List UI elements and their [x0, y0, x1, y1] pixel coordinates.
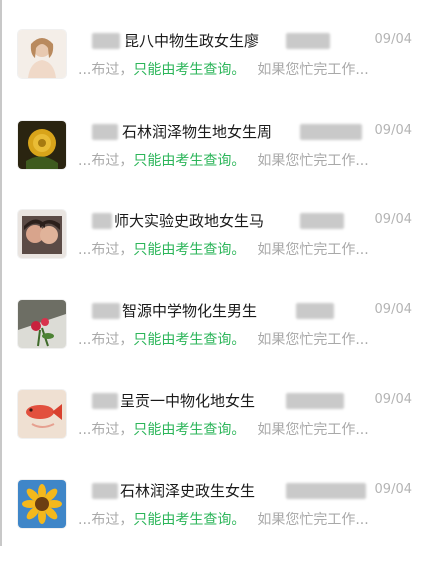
- red-fish-icon[interactable]: [18, 390, 66, 438]
- redacted-name-block: [92, 393, 118, 409]
- message-date: 09/04: [374, 212, 412, 227]
- preview-prefix: ...布过，: [78, 332, 134, 348]
- preview-prefix: ...布过，: [78, 422, 134, 438]
- preview-suffix: 如果您忙完工作...: [257, 512, 369, 528]
- preview-suffix: 如果您忙完工作...: [257, 332, 369, 348]
- preview-highlight: 只能由考生查询。: [133, 153, 246, 169]
- chat-list-item[interactable]: 呈贡一中物化地女生 09/04 ...布过，只能由考生查询。 如果您忙完工作...: [0, 390, 426, 480]
- redacted-name-block: [92, 33, 120, 49]
- couple-photo-icon[interactable]: [18, 210, 66, 258]
- contact-name: 石林润泽物生地女生周: [122, 123, 273, 141]
- redacted-name-block: [300, 213, 344, 229]
- preview-prefix: ...布过，: [78, 153, 134, 169]
- preview-highlight: 只能由考生查询。: [133, 62, 246, 78]
- redacted-name-block: [92, 213, 112, 229]
- preview-suffix: 如果您忙完工作...: [257, 153, 369, 169]
- redacted-name-block: [296, 303, 334, 319]
- contact-name: 师大实验史政地女生马: [114, 212, 265, 230]
- preview-highlight: 只能由考生查询。: [133, 512, 246, 528]
- flower-bouquet-icon[interactable]: [18, 300, 66, 348]
- chat-list-item[interactable]: 石林润泽史政生女生 09/04 ...布过，只能由考生查询。 如果您忙完工作...: [0, 480, 426, 570]
- message-preview: ...布过，只能由考生查询。 如果您忙完工作...: [78, 240, 369, 260]
- chat-list-item[interactable]: 石林润泽物生地女生周 09/04 ...布过，只能由考生查询。 如果您忙完工作..…: [0, 121, 426, 211]
- redacted-name-block: [300, 124, 362, 140]
- message-date: 09/04: [374, 392, 412, 407]
- redacted-name-block: [286, 33, 330, 49]
- message-preview: ...布过，只能由考生查询。 如果您忙完工作...: [78, 151, 369, 171]
- message-date: 09/04: [374, 482, 412, 497]
- preview-highlight: 只能由考生查询。: [133, 422, 246, 438]
- contact-name: 石林润泽史政生女生: [120, 482, 256, 500]
- redacted-name-block: [92, 483, 118, 499]
- yellow-rose-icon[interactable]: [18, 121, 66, 169]
- preview-suffix: 如果您忙完工作...: [257, 62, 369, 78]
- message-preview: ...布过，只能由考生查询。 如果您忙完工作...: [78, 420, 369, 440]
- redacted-name-block: [286, 483, 366, 499]
- preview-prefix: ...布过，: [78, 62, 134, 78]
- message-preview: ...布过，只能由考生查询。 如果您忙完工作...: [78, 510, 369, 530]
- message-date: 09/04: [374, 32, 412, 47]
- redacted-name-block: [92, 124, 118, 140]
- sunflower-icon[interactable]: [18, 480, 66, 528]
- message-preview: ...布过，只能由考生查询。 如果您忙完工作...: [78, 60, 369, 80]
- preview-highlight: 只能由考生查询。: [133, 332, 246, 348]
- chat-list-item[interactable]: 智源中学物化生男生 09/04 ...布过，只能由考生查询。 如果您忙完工作...: [0, 300, 426, 390]
- message-preview: ...布过，只能由考生查询。 如果您忙完工作...: [78, 330, 369, 350]
- redacted-name-block: [92, 303, 120, 319]
- girl-portrait-icon[interactable]: [18, 30, 66, 78]
- preview-prefix: ...布过，: [78, 242, 134, 258]
- chat-list-item[interactable]: 昆八中物生政女生廖 09/04 ...布过，只能由考生查询。 如果您忙完工作...: [0, 30, 426, 120]
- preview-suffix: 如果您忙完工作...: [257, 422, 369, 438]
- message-date: 09/04: [374, 123, 412, 138]
- message-date: 09/04: [374, 302, 412, 317]
- redacted-name-block: [286, 393, 344, 409]
- preview-suffix: 如果您忙完工作...: [257, 242, 369, 258]
- chat-list-item[interactable]: 师大实验史政地女生马 09/04 ...布过，只能由考生查询。 如果您忙完工作..…: [0, 210, 426, 300]
- contact-name: 智源中学物化生男生: [122, 302, 258, 320]
- preview-prefix: ...布过，: [78, 512, 134, 528]
- preview-highlight: 只能由考生查询。: [133, 242, 246, 258]
- chat-list: 昆八中物生政女生廖 09/04 ...布过，只能由考生查询。 如果您忙完工作...…: [0, 0, 426, 546]
- contact-name: 呈贡一中物化地女生: [120, 392, 256, 410]
